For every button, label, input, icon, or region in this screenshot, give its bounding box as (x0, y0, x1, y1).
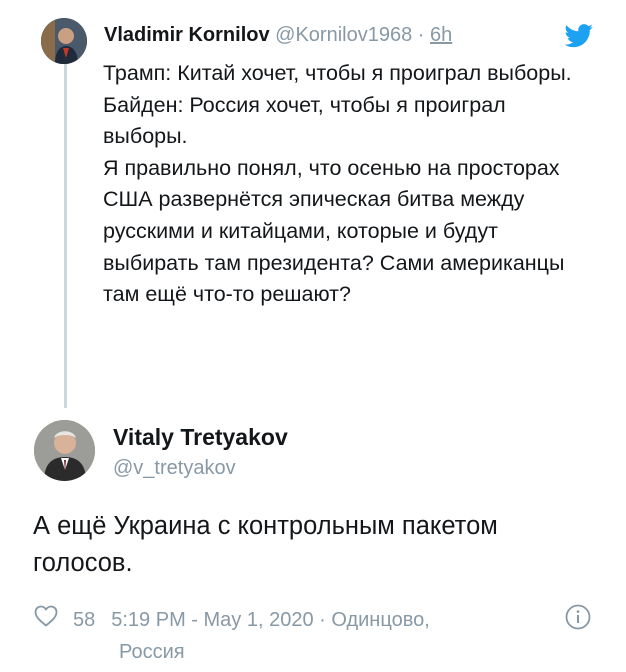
original-author-name[interactable]: Vladimir Kornilov (104, 24, 270, 46)
tweet-timestamp[interactable]: 5:19 PM - May 1, 2020 · Одинцово, (111, 609, 430, 631)
reply-author-name[interactable]: Vitaly Tretyakov (113, 423, 288, 451)
avatar-photo-tretyakov (34, 420, 95, 481)
header-separator: · (417, 24, 425, 46)
tweet-line: Трамп: Китай хочет, чтобы я проиграл выб… (103, 61, 572, 85)
thread-line (64, 64, 67, 408)
tweet-footer: 58 5:19 PM - May 1, 2020 · Одинцово, Росс… (73, 604, 533, 668)
original-author-avatar[interactable] (41, 18, 87, 64)
like-count[interactable]: 58 (73, 609, 95, 631)
original-tweet-text: Трамп: Китай хочет, чтобы я проиграл выб… (103, 58, 583, 311)
tweet-location[interactable]: Россия (73, 636, 533, 668)
twitter-bird-icon (564, 24, 593, 48)
avatar-photo-kornilov (41, 18, 87, 64)
original-author-handle[interactable]: @Kornilov1968 (275, 24, 412, 46)
reply-author-handle[interactable]: @v_tretyakov (113, 456, 236, 480)
original-tweet-header: Vladimir Kornilov @Kornilov1968 · 6h (104, 23, 452, 47)
tweet-line: Я правильно понял, что осенью на простор… (103, 155, 565, 307)
reply-tweet-text: А ещё Украина с контрольным пакетом голо… (33, 512, 498, 577)
heart-icon[interactable] (34, 605, 58, 627)
info-icon[interactable] (565, 604, 591, 630)
reply-author-avatar[interactable] (34, 420, 95, 481)
tweet-line: Байден: Россия хочет, чтобы я проиграл в… (103, 92, 506, 149)
original-tweet-time[interactable]: 6h (430, 24, 452, 46)
